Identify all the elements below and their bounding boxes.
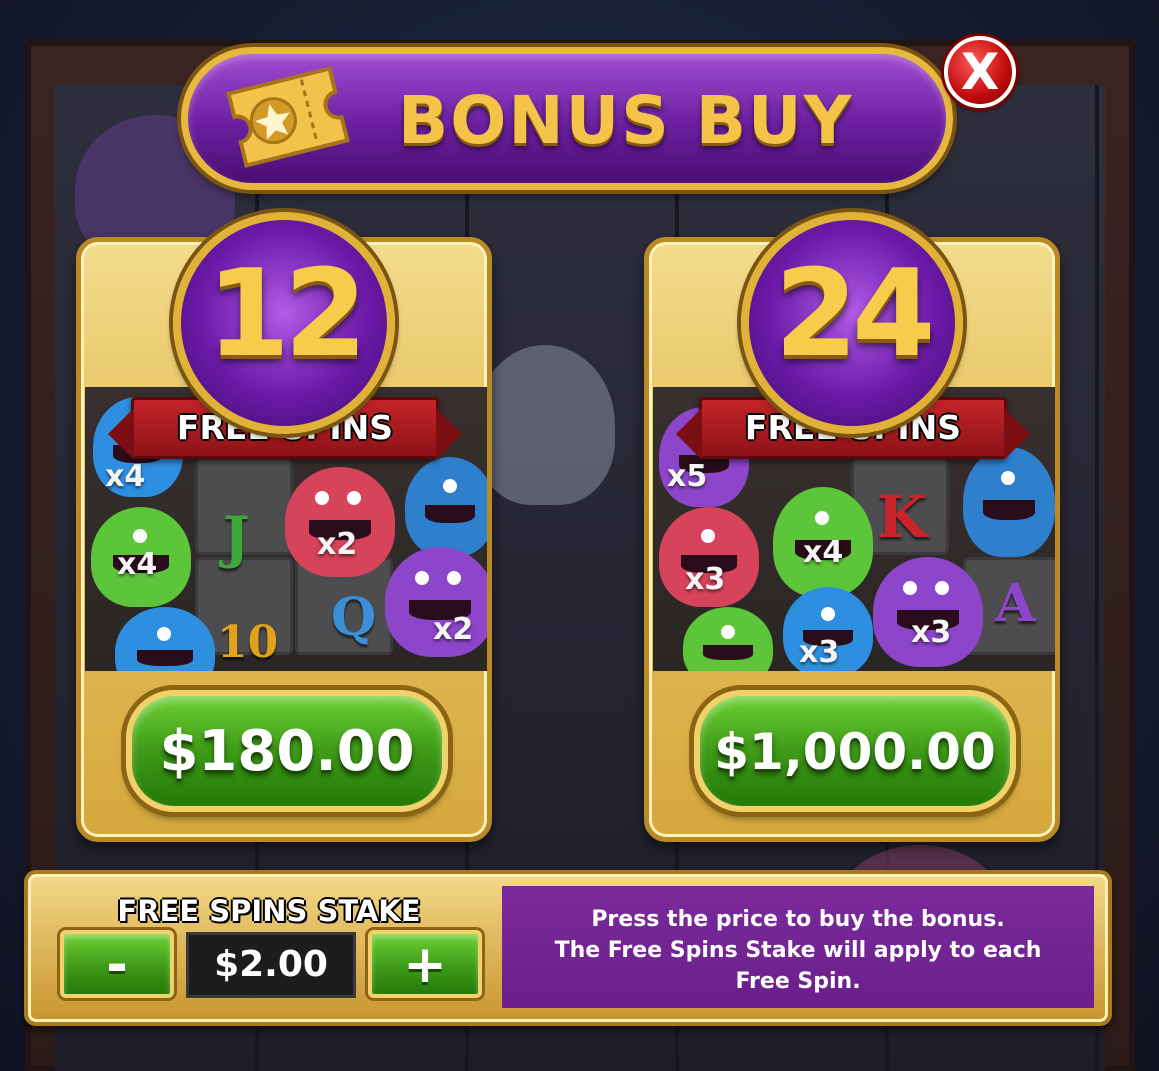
page-title: BONUS BUY [398,82,854,159]
multiplier-label: x5 [667,459,708,494]
ticket-star-icon [226,66,350,168]
minus-icon: - [106,935,128,995]
info-line: The Free Spins Stake will apply to each [554,938,1042,963]
multiplier-label: x3 [911,615,952,650]
buy-24-spins-button[interactable]: $1,000.00 [694,690,1016,812]
symbol-k: K [877,483,928,551]
multiplier-label: x4 [117,547,158,582]
spins-count-badge: 12 [173,212,395,434]
symbol-j: J [223,505,250,571]
multiplier-label: x3 [685,562,726,597]
info-line: Press the price to buy the bonus. [591,907,1005,932]
multiplier-label: x3 [799,635,840,670]
plus-icon: + [403,935,447,995]
stake-panel: FREE SPINS STAKE - $2.00 + Press the pri… [24,870,1112,1026]
stake-value: $2.00 [186,932,356,998]
multiplier-label: x4 [803,535,844,570]
symbol-q: Q [331,587,377,648]
increase-stake-button[interactable]: + [368,930,482,998]
price-label: $180.00 [159,719,415,784]
symbol-10: 10 [217,617,279,668]
multiplier-label: x4 [105,459,146,494]
stake-label: FREE SPINS STAKE [117,894,421,928]
bonus-buy-header: BONUS BUY [181,47,953,190]
info-message: Press the price to buy the bonus. The Fr… [502,886,1094,1008]
close-button[interactable]: X [944,36,1016,108]
info-line: Free Spin. [735,969,861,994]
close-icon: X [960,43,1000,101]
buy-12-spins-button[interactable]: $180.00 [126,690,448,812]
bonus-option-24-spins[interactable]: x5 x3 x4 x3 x3 K A FREE SPINS 24 $1,000.… [644,212,1060,842]
multiplier-label: x2 [433,612,474,647]
multiplier-label: x2 [317,527,358,562]
price-label: $1,000.00 [714,723,996,781]
symbol-a: A [995,573,1036,634]
spins-count: 24 [774,245,936,384]
spins-count: 12 [206,245,368,384]
spins-count-badge: 24 [741,212,963,434]
bonus-option-12-spins[interactable]: x4 x4 x2 x2 J 10 Q FREE SPINS 12 $180.00 [76,212,492,842]
decrease-stake-button[interactable]: - [60,930,174,998]
